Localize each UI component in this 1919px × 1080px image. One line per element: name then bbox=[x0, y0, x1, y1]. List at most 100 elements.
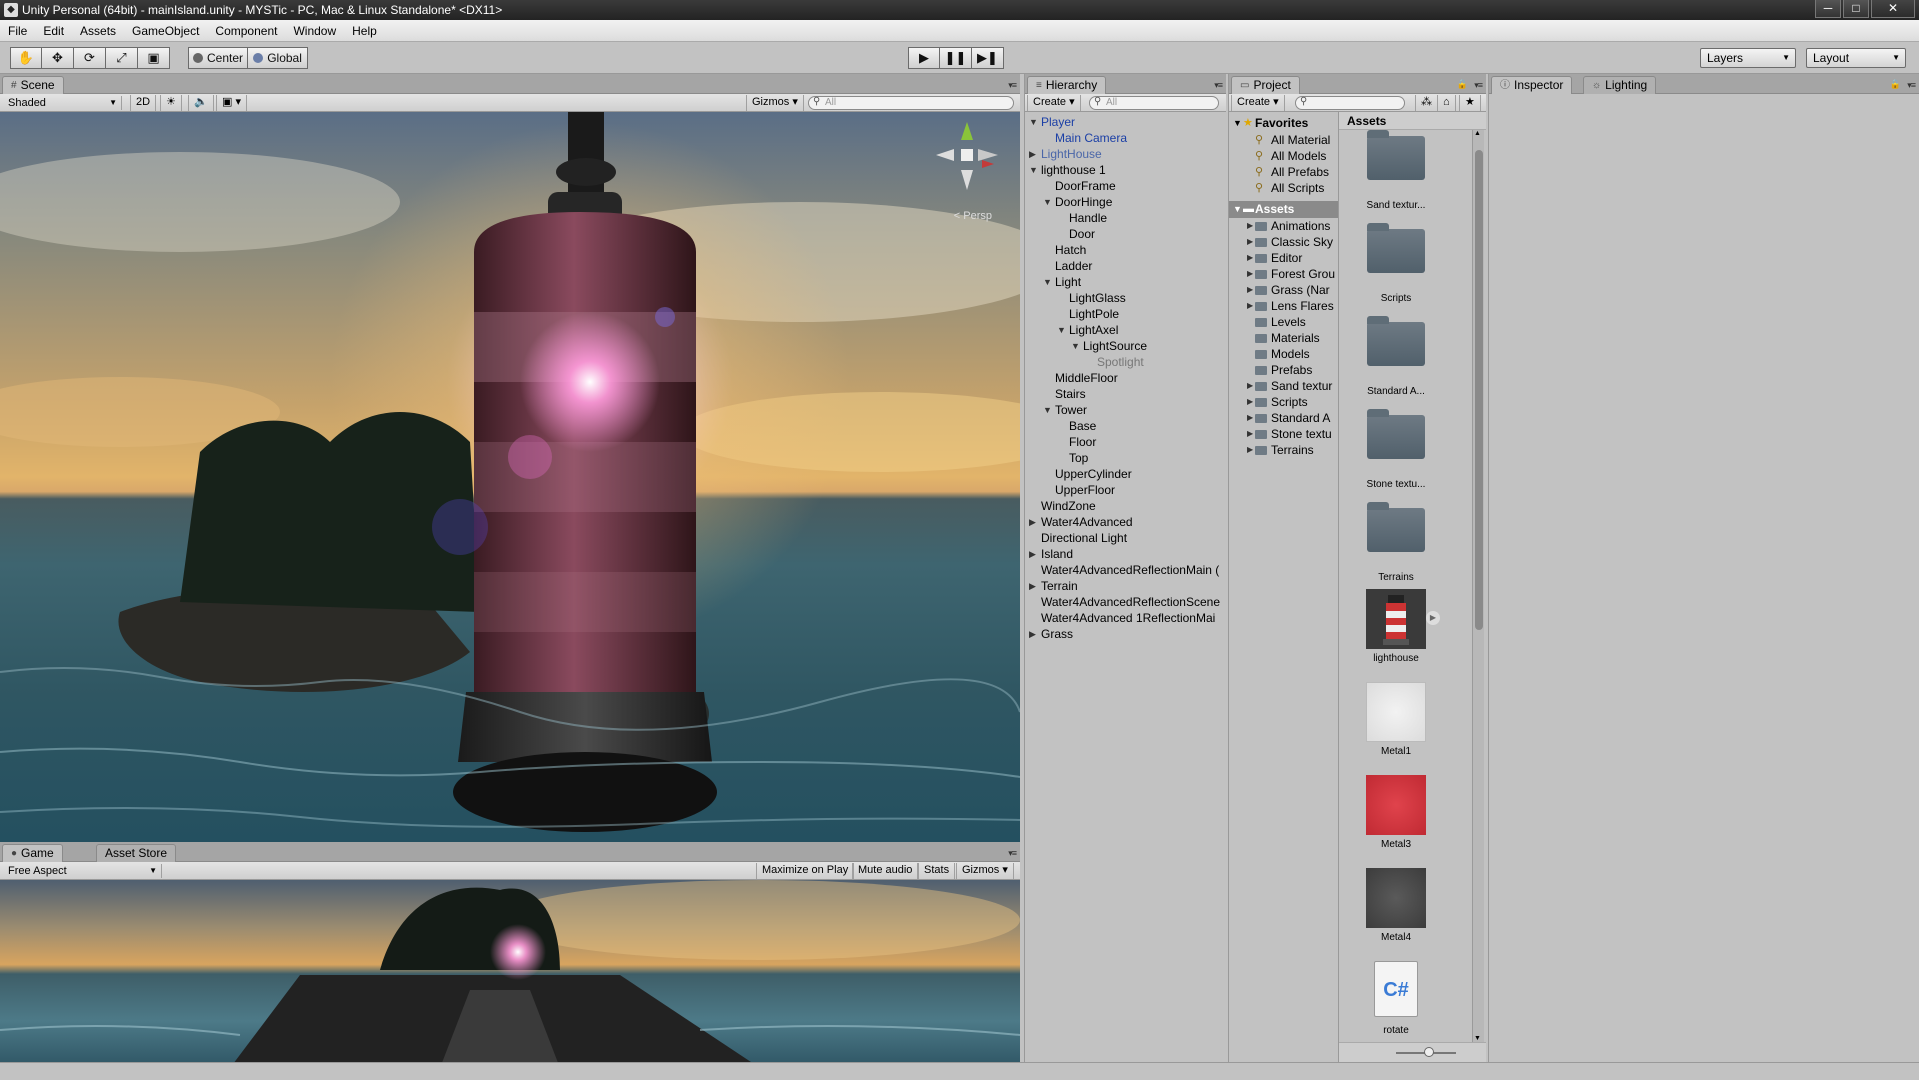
hierarchy-item[interactable]: LightGlass bbox=[1025, 290, 1226, 306]
favorite-item[interactable]: ⚲ All Scripts bbox=[1229, 180, 1338, 196]
chevron-down-icon[interactable]: ▼ bbox=[1029, 114, 1038, 130]
hierarchy-item[interactable]: Water4Advanced 1ReflectionMai bbox=[1025, 610, 1226, 626]
menu-edit[interactable]: Edit bbox=[35, 24, 72, 38]
chevron-right-icon[interactable]: ▶ bbox=[1247, 282, 1253, 298]
scene-audio-toggle[interactable]: 🔈 bbox=[188, 95, 214, 111]
scene-search-input[interactable]: ⚲ All bbox=[808, 96, 1014, 110]
folder-item[interactable]: ▶ Forest Grou bbox=[1229, 266, 1338, 282]
chevron-right-icon[interactable]: ▶ bbox=[1029, 146, 1036, 162]
hierarchy-item[interactable]: DoorFrame bbox=[1025, 178, 1226, 194]
asset-item[interactable]: C# rotate bbox=[1361, 961, 1431, 1036]
game-viewport[interactable] bbox=[0, 880, 1020, 1062]
persp-label[interactable]: < Persp bbox=[954, 210, 992, 222]
chevron-right-icon[interactable]: ▶ bbox=[1029, 626, 1036, 642]
save-search-button[interactable]: ★ bbox=[1459, 95, 1481, 111]
hierarchy-item[interactable]: Base bbox=[1025, 418, 1226, 434]
scroll-up-icon[interactable]: ▲ bbox=[1474, 130, 1481, 137]
folder-item[interactable]: ▶ Terrains bbox=[1229, 442, 1338, 458]
chevron-down-icon[interactable]: ▼ bbox=[1043, 402, 1052, 418]
hierarchy-item[interactable]: UpperCylinder bbox=[1025, 466, 1226, 482]
hierarchy-item[interactable]: ▶ Water4Advanced bbox=[1025, 514, 1226, 530]
hand-tool-button[interactable]: ✋ bbox=[10, 47, 42, 69]
hierarchy-item[interactable]: ▶ LightHouse bbox=[1025, 146, 1226, 162]
folder-item[interactable]: Materials bbox=[1229, 330, 1338, 346]
scale-tool-button[interactable]: ⤢ bbox=[106, 47, 138, 69]
hierarchy-item[interactable]: ▼ LightSource bbox=[1025, 338, 1226, 354]
hierarchy-item[interactable]: Main Camera bbox=[1025, 130, 1226, 146]
tab-hierarchy[interactable]: ≡ Hierarchy bbox=[1027, 76, 1107, 94]
scroll-thumb[interactable] bbox=[1475, 150, 1483, 630]
folder-item[interactable]: ▶ Animations bbox=[1229, 218, 1338, 234]
hierarchy-item[interactable]: ▶ Island bbox=[1025, 546, 1226, 562]
menu-file[interactable]: File bbox=[0, 24, 35, 38]
project-create-dropdown[interactable]: Create ▾ bbox=[1231, 95, 1285, 111]
hierarchy-item[interactable]: Ladder bbox=[1025, 258, 1226, 274]
asset-item[interactable]: Metal3 bbox=[1361, 775, 1431, 850]
hierarchy-search-input[interactable]: ⚲ All bbox=[1089, 96, 1219, 110]
move-tool-button[interactable]: ✥ bbox=[42, 47, 74, 69]
hierarchy-item[interactable]: ▼ DoorHinge bbox=[1025, 194, 1226, 210]
favorite-item[interactable]: ⚲ All Models bbox=[1229, 148, 1338, 164]
scene-orientation-gizmo[interactable] bbox=[932, 120, 1002, 200]
asset-scrollbar[interactable]: ▲ ▼ bbox=[1472, 130, 1484, 1042]
hierarchy-item[interactable]: Handle bbox=[1025, 210, 1226, 226]
layers-dropdown[interactable]: Layers ▼ bbox=[1700, 48, 1796, 68]
hierarchy-item[interactable]: Top bbox=[1025, 450, 1226, 466]
asset-item[interactable]: Metal1 bbox=[1361, 682, 1431, 757]
toggle-2d-button[interactable]: 2D bbox=[130, 95, 157, 111]
scroll-down-icon[interactable]: ▼ bbox=[1474, 1035, 1481, 1042]
menu-assets[interactable]: Assets bbox=[72, 24, 124, 38]
step-button[interactable]: ▶❚ bbox=[972, 47, 1004, 69]
layout-dropdown[interactable]: Layout ▼ bbox=[1806, 48, 1906, 68]
chevron-right-icon[interactable]: ▶ bbox=[1247, 250, 1253, 266]
hierarchy-item[interactable]: MiddleFloor bbox=[1025, 370, 1226, 386]
asset-item[interactable]: Scripts bbox=[1361, 217, 1431, 304]
folder-item[interactable]: ▶ Grass (Nar bbox=[1229, 282, 1338, 298]
hierarchy-item[interactable]: UpperFloor bbox=[1025, 482, 1226, 498]
asset-item[interactable]: Sand textur... bbox=[1361, 130, 1431, 211]
panel-menu-icon[interactable]: ▾≡ bbox=[1474, 80, 1483, 91]
asset-item[interactable]: Terrains bbox=[1361, 496, 1431, 583]
tab-inspector[interactable]: ⓘ Inspector bbox=[1491, 76, 1573, 94]
folder-item[interactable]: Models bbox=[1229, 346, 1338, 362]
hierarchy-item[interactable]: WindZone bbox=[1025, 498, 1226, 514]
menu-gameobject[interactable]: GameObject bbox=[124, 24, 207, 38]
folder-item[interactable]: Levels bbox=[1229, 314, 1338, 330]
chevron-right-icon[interactable]: ▶ bbox=[1029, 546, 1036, 562]
aspect-dropdown[interactable]: Free Aspect ▼ bbox=[4, 864, 162, 878]
chevron-right-icon[interactable]: ▶ bbox=[1247, 234, 1253, 250]
pause-button[interactable]: ❚❚ bbox=[940, 47, 972, 69]
favorite-item[interactable]: ⚲ All Material bbox=[1229, 132, 1338, 148]
space-global-button[interactable]: Global bbox=[248, 47, 309, 69]
stats-toggle[interactable]: Stats bbox=[918, 863, 956, 879]
favorites-header[interactable]: ▼ ★ Favorites bbox=[1229, 115, 1338, 132]
scene-effects-dropdown[interactable]: ▣ ▾ bbox=[216, 95, 247, 111]
hierarchy-item[interactable]: ▼ lighthouse 1 bbox=[1025, 162, 1226, 178]
expand-prefab-icon[interactable]: ▶ bbox=[1426, 611, 1440, 625]
gizmos-dropdown[interactable]: Gizmos ▾ bbox=[746, 95, 804, 111]
hierarchy-item[interactable]: Hatch bbox=[1025, 242, 1226, 258]
game-gizmos-dropdown[interactable]: Gizmos ▾ bbox=[956, 863, 1014, 879]
hierarchy-item[interactable]: Door bbox=[1025, 226, 1226, 242]
folder-item[interactable]: ▶ Scripts bbox=[1229, 394, 1338, 410]
chevron-right-icon[interactable]: ▶ bbox=[1247, 218, 1253, 234]
tab-asset-store[interactable]: Asset Store bbox=[96, 844, 177, 862]
hierarchy-item[interactable]: ▼ Player bbox=[1025, 114, 1226, 130]
asset-item[interactable]: Standard A... bbox=[1361, 310, 1431, 397]
chevron-right-icon[interactable]: ▶ bbox=[1029, 514, 1036, 530]
filter-label-button[interactable]: ⌂ bbox=[1437, 95, 1456, 111]
folder-item[interactable]: ▶ Editor bbox=[1229, 250, 1338, 266]
chevron-right-icon[interactable]: ▶ bbox=[1247, 298, 1253, 314]
chevron-down-icon[interactable]: ▼ bbox=[1043, 194, 1052, 210]
panel-menu-icon[interactable]: ▾≡ bbox=[1008, 80, 1017, 91]
menu-component[interactable]: Component bbox=[207, 24, 285, 38]
mute-audio-toggle[interactable]: Mute audio bbox=[852, 863, 919, 879]
play-button[interactable]: ▶ bbox=[908, 47, 940, 69]
rect-tool-button[interactable]: ▣ bbox=[138, 47, 170, 69]
chevron-right-icon[interactable]: ▶ bbox=[1247, 394, 1253, 410]
hierarchy-item[interactable]: Spotlight bbox=[1025, 354, 1226, 370]
maximize-button[interactable]: □ bbox=[1843, 0, 1869, 18]
close-button[interactable]: ✕ bbox=[1871, 0, 1915, 18]
lock-icon[interactable]: 🔒 bbox=[1890, 79, 1901, 90]
folder-item[interactable]: ▶ Standard A bbox=[1229, 410, 1338, 426]
